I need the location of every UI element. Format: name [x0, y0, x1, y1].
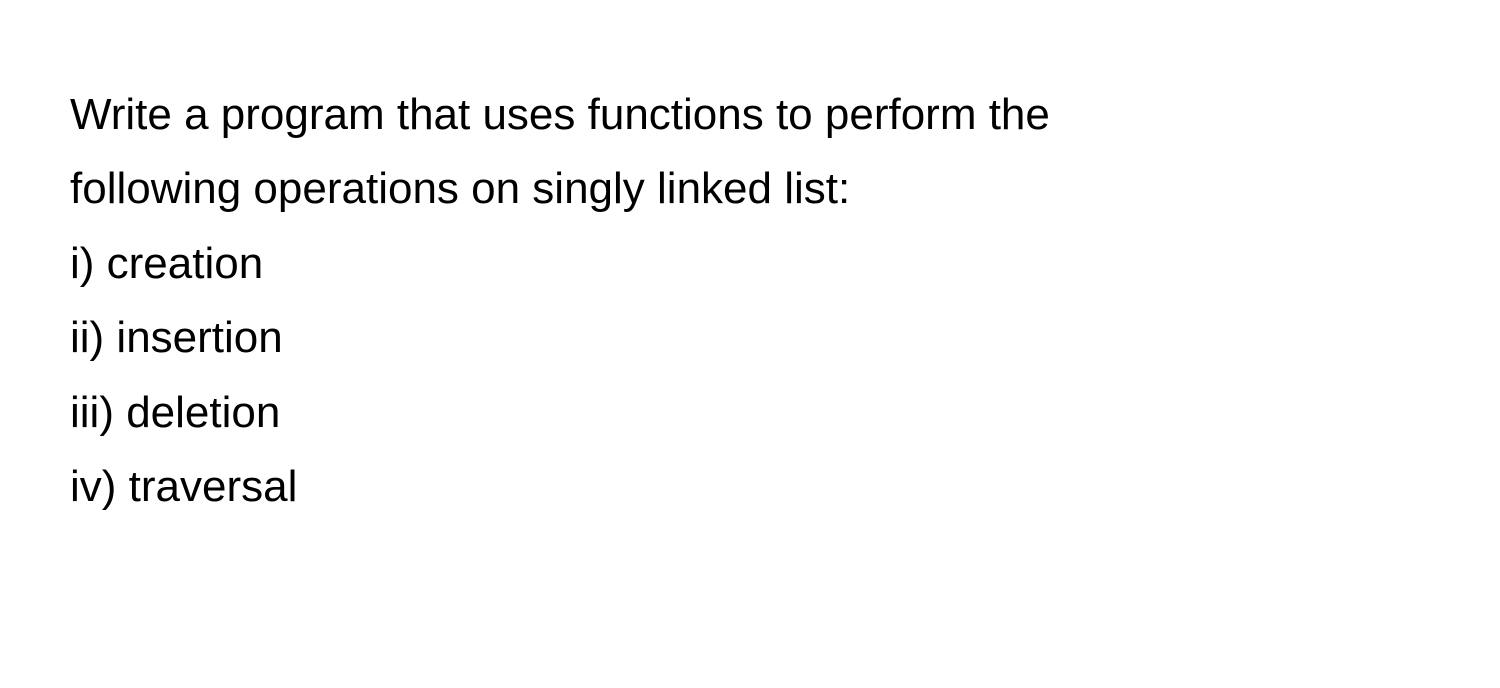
list-item-insertion: ii) insertion: [70, 303, 1430, 373]
intro-line-1: Write a program that uses functions to p…: [70, 80, 1430, 150]
list-item-creation: i) creation: [70, 229, 1430, 299]
list-item-deletion: iii) deletion: [70, 378, 1430, 448]
intro-line-2: following operations on singly linked li…: [70, 154, 1430, 224]
list-item-traversal: iv) traversal: [70, 452, 1430, 522]
document-content: Write a program that uses functions to p…: [70, 80, 1430, 522]
